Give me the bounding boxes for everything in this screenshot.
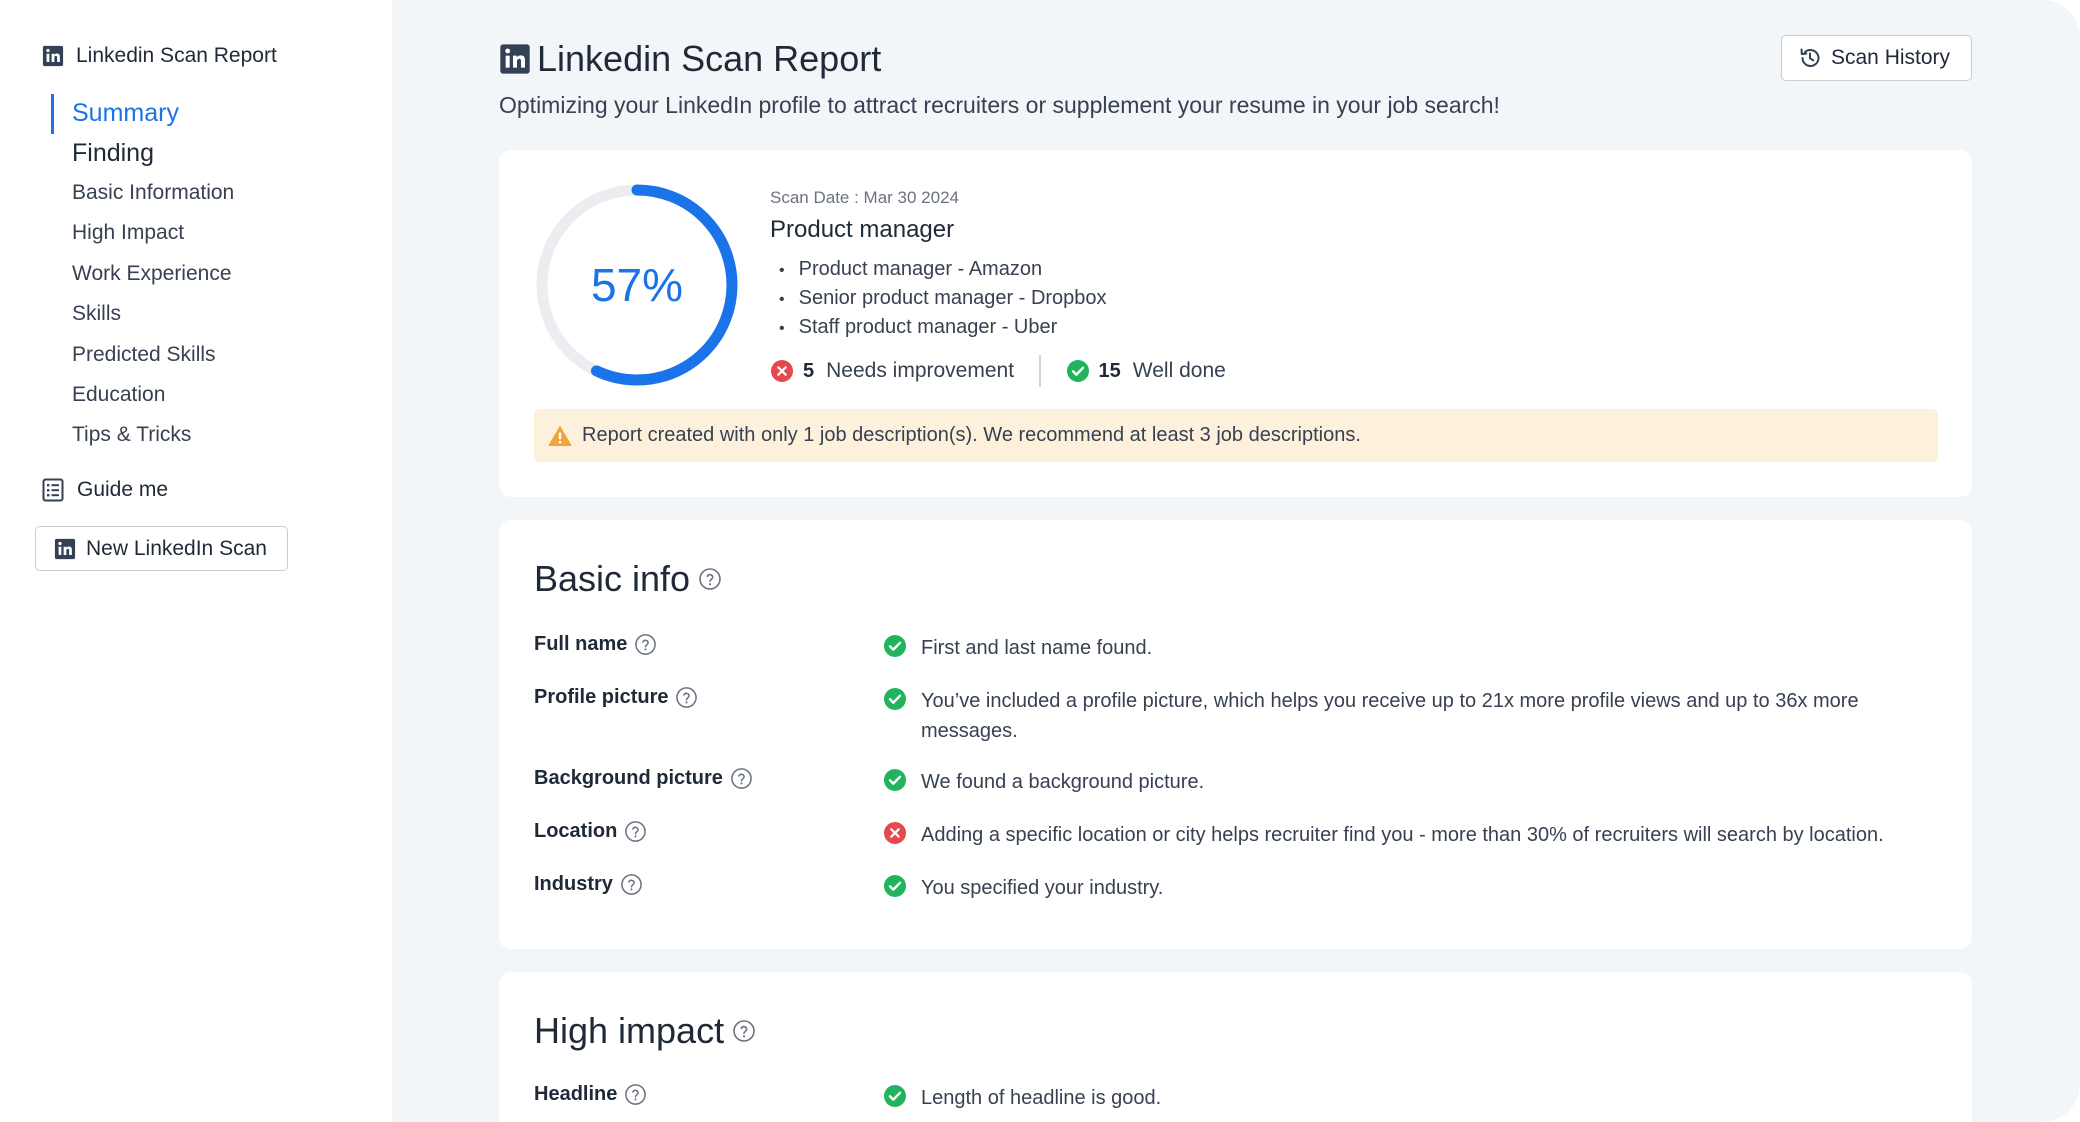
needs-improvement-count: 5	[803, 359, 815, 382]
section-title: High impact	[534, 1010, 725, 1051]
page-header: Linkedin Scan Report	[499, 38, 881, 80]
warning-triangle-icon	[548, 425, 572, 446]
row-label-text: Industry	[534, 873, 613, 895]
history-icon	[1800, 48, 1820, 67]
job-item: Senior product manager - Dropbox	[779, 284, 1107, 313]
job-title: Product manager	[770, 216, 955, 243]
row-label: Profile picture	[534, 686, 698, 709]
row-label: Background picture	[534, 767, 753, 790]
basic-info-card: Basic info Full name First and last name…	[499, 520, 1972, 949]
job-item: Staff product manager - Uber	[779, 313, 1107, 342]
well-done-label: Well done	[1132, 359, 1226, 382]
main-content: Linkedin Scan Report Optimizing your Lin…	[392, 0, 2080, 1122]
linkedin-icon	[42, 45, 64, 67]
row-label: Location	[534, 820, 647, 843]
row-label: Industry	[534, 873, 643, 896]
needs-improvement-stat[interactable]: 5 Needs improvement	[770, 359, 1014, 383]
check-circle-icon	[884, 875, 906, 897]
question-circle-icon[interactable]	[730, 767, 753, 790]
guide-me-label: Guide me	[77, 478, 169, 501]
nav-tips-tricks[interactable]: Tips & Tricks	[72, 423, 191, 447]
job-list: Product manager - Amazon Senior product …	[779, 255, 1107, 342]
divider	[1039, 355, 1041, 387]
question-circle-icon[interactable]	[620, 873, 643, 896]
linkedin-icon	[54, 538, 76, 559]
check-circle-icon	[1066, 360, 1089, 382]
summary-card: 57% Scan Date : Mar 30 2024 Product mana…	[499, 150, 1972, 497]
row-message: You’ve included a profile picture, which…	[921, 690, 1859, 742]
nav-finding[interactable]: Finding	[72, 139, 154, 168]
question-circle-icon[interactable]	[732, 1019, 756, 1043]
question-circle-icon[interactable]	[624, 1083, 647, 1106]
nav-predicted-skills[interactable]: Predicted Skills	[72, 343, 216, 367]
sidebar: Linkedin Scan Report Summary Finding Bas…	[0, 0, 392, 1122]
scan-date: Scan Date : Mar 30 2024	[770, 188, 960, 207]
well-done-count: 15	[1098, 359, 1121, 382]
row-label: Full name	[534, 633, 657, 656]
high-impact-header: High impact	[534, 1010, 756, 1052]
job-item: Product manager - Amazon	[779, 255, 1107, 284]
row-label-text: Background picture	[534, 767, 723, 789]
nav-basic-information[interactable]: Basic Information	[72, 181, 234, 205]
row-message: You specified your industry.	[921, 877, 1164, 899]
page-subtitle: Optimizing your LinkedIn profile to attr…	[499, 92, 1500, 118]
page-title: Linkedin Scan Report	[537, 38, 882, 79]
row-message: We found a background picture.	[921, 771, 1205, 793]
basic-info-header: Basic info	[534, 558, 722, 600]
row-label-text: Profile picture	[534, 686, 669, 708]
row-label-text: Location	[534, 820, 618, 842]
row-message: Adding a specific location or city helps…	[921, 824, 1884, 846]
x-circle-icon	[884, 822, 906, 844]
row-label-text: Full name	[534, 633, 628, 655]
nav-education[interactable]: Education	[72, 383, 165, 407]
scan-history-button[interactable]: Scan History	[1781, 35, 1972, 81]
guide-me-link[interactable]: Guide me	[42, 478, 168, 502]
stats-row: 5 Needs improvement 15 Well done	[770, 355, 1226, 387]
check-circle-icon	[884, 1085, 906, 1107]
row-label-text: Headline	[534, 1083, 618, 1105]
row-message: First and last name found.	[921, 637, 1153, 659]
new-scan-label: New LinkedIn Scan	[86, 536, 267, 560]
well-done-stat[interactable]: 15 Well done	[1066, 359, 1226, 383]
linkedin-icon	[500, 44, 530, 74]
nav-high-impact[interactable]: High Impact	[72, 221, 184, 245]
question-circle-icon[interactable]	[634, 633, 657, 656]
sidebar-title: Linkedin Scan Report	[76, 44, 277, 67]
question-circle-icon[interactable]	[624, 820, 647, 843]
row-label: Headline	[534, 1083, 647, 1106]
scan-history-label: Scan History	[1831, 46, 1951, 69]
x-circle-icon	[771, 360, 793, 382]
check-circle-icon	[884, 688, 906, 710]
nav-work-experience[interactable]: Work Experience	[72, 262, 232, 286]
warning-text: Report created with only 1 job descripti…	[582, 424, 1361, 446]
warning-banner: Report created with only 1 job descripti…	[534, 409, 1938, 462]
active-indicator	[51, 94, 54, 134]
nav-summary[interactable]: Summary	[72, 99, 179, 128]
question-circle-icon[interactable]	[698, 567, 722, 591]
score-percentage: 57%	[590, 259, 684, 311]
check-circle-icon	[884, 635, 906, 657]
row-message: Length of headline is good.	[921, 1087, 1162, 1109]
check-circle-icon	[884, 769, 906, 791]
needs-improvement-label: Needs improvement	[826, 359, 1015, 382]
new-linkedin-scan-button[interactable]: New LinkedIn Scan	[35, 526, 288, 571]
nav-skills[interactable]: Skills	[72, 302, 121, 326]
checklist-icon	[42, 478, 64, 502]
section-title: Basic info	[534, 558, 691, 599]
high-impact-card: High impact Headline Length of headline …	[499, 972, 1972, 1122]
question-circle-icon[interactable]	[675, 686, 698, 709]
sidebar-header[interactable]: Linkedin Scan Report	[42, 44, 277, 68]
